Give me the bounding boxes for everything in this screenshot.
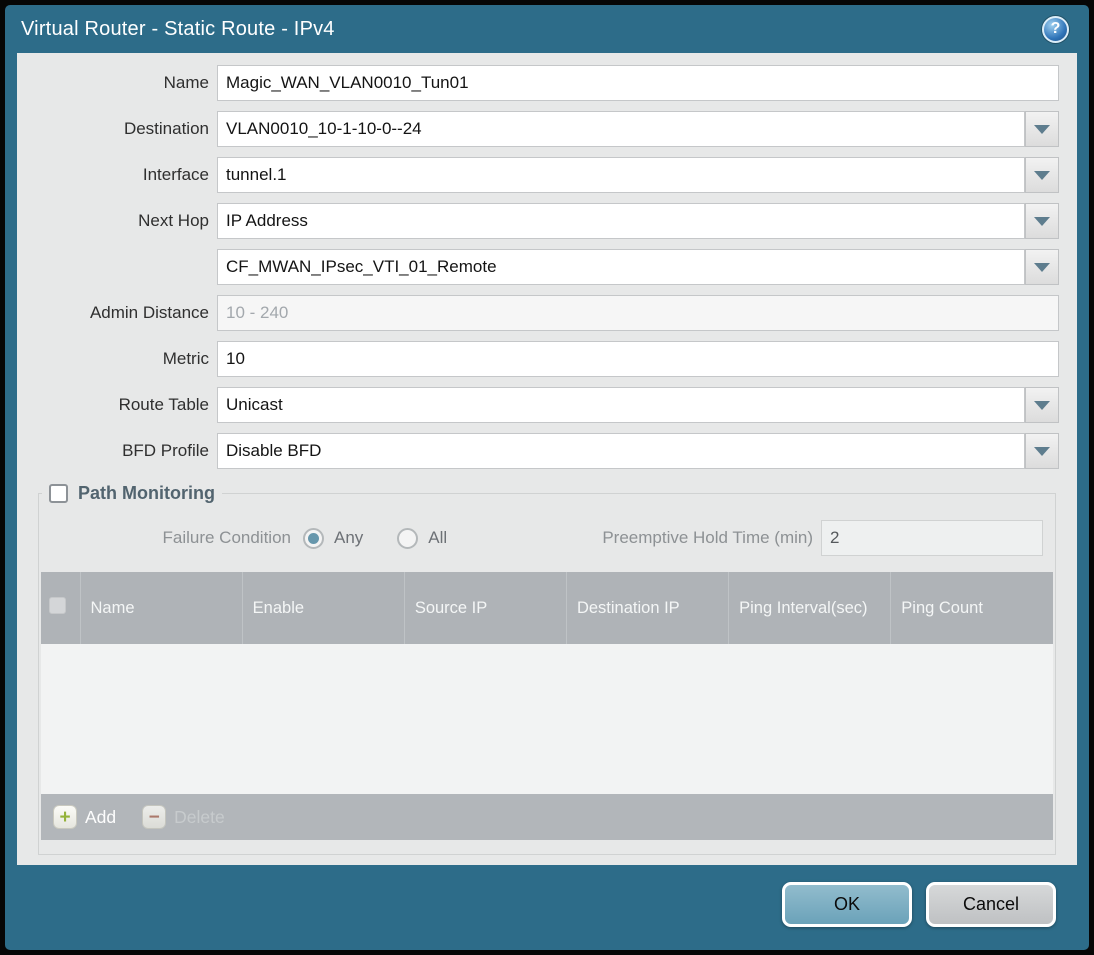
metric-input[interactable] bbox=[217, 341, 1059, 377]
plus-icon: + bbox=[53, 805, 77, 829]
dialog-footer: OK Cancel bbox=[5, 865, 1089, 950]
destination-row: Destination bbox=[17, 111, 1059, 147]
admin-distance-input[interactable] bbox=[217, 295, 1059, 331]
chevron-down-icon bbox=[1034, 400, 1050, 410]
cancel-button[interactable]: Cancel bbox=[926, 882, 1056, 927]
delete-button[interactable]: − Delete bbox=[142, 805, 225, 829]
failure-condition-all-radio[interactable] bbox=[397, 527, 419, 549]
name-row: Name bbox=[17, 65, 1059, 101]
column-header-destination-ip[interactable]: Destination IP bbox=[565, 572, 729, 644]
select-all-header-cell bbox=[41, 572, 80, 644]
failure-condition-label: Failure Condition bbox=[162, 528, 291, 547]
route-table-row: Route Table bbox=[17, 387, 1059, 423]
route-table-input[interactable] bbox=[217, 387, 1025, 423]
failure-condition-any-radio[interactable] bbox=[303, 527, 324, 549]
help-icon[interactable]: ? bbox=[1042, 15, 1069, 43]
destination-label: Destination bbox=[123, 119, 209, 138]
column-header-source-ip[interactable]: Source IP bbox=[403, 572, 567, 644]
dialog-titlebar: Virtual Router - Static Route - IPv4 ? bbox=[5, 5, 1089, 53]
destination-input[interactable] bbox=[217, 111, 1025, 147]
chevron-down-icon bbox=[1034, 446, 1050, 456]
destination-dropdown-button[interactable] bbox=[1025, 111, 1059, 147]
interface-row: Interface bbox=[17, 157, 1059, 193]
interface-input[interactable] bbox=[217, 157, 1025, 193]
next-hop-address-row bbox=[17, 249, 1059, 285]
select-all-checkbox[interactable] bbox=[49, 597, 66, 614]
bfd-profile-label: BFD Profile bbox=[122, 441, 209, 460]
column-header-ping-interval[interactable]: Ping Interval(sec) bbox=[728, 572, 891, 644]
radio-dot bbox=[402, 533, 413, 544]
empty-table-body bbox=[41, 644, 1053, 794]
add-button-label: Add bbox=[85, 806, 117, 827]
next-hop-type-input[interactable] bbox=[217, 203, 1025, 239]
failure-condition-all-label: All bbox=[428, 528, 448, 547]
dialog-title: Virtual Router - Static Route - IPv4 bbox=[21, 17, 335, 40]
bfd-profile-input[interactable] bbox=[217, 433, 1025, 469]
chevron-down-icon bbox=[1034, 262, 1050, 272]
name-label: Name bbox=[163, 73, 209, 92]
column-header-enable[interactable]: Enable bbox=[241, 572, 405, 644]
table-action-bar: + Add − Delete bbox=[41, 794, 1053, 840]
radio-dot bbox=[308, 532, 319, 544]
path-monitoring-legend: Path Monitoring bbox=[42, 483, 222, 504]
bfd-profile-row: BFD Profile bbox=[17, 433, 1059, 469]
empty-table-area bbox=[41, 644, 1053, 794]
delete-button-label: Delete bbox=[174, 806, 225, 827]
column-header-ping-count[interactable]: Ping Count bbox=[890, 572, 1053, 644]
static-route-dialog: Virtual Router - Static Route - IPv4 ? N… bbox=[5, 5, 1089, 950]
route-table-dropdown-button[interactable] bbox=[1025, 387, 1059, 423]
dialog-body: Name Destination Interface Next Hop bbox=[17, 53, 1077, 865]
ok-button[interactable]: OK bbox=[782, 882, 912, 927]
add-button[interactable]: + Add bbox=[53, 805, 116, 829]
chevron-down-icon bbox=[1034, 170, 1050, 180]
chevron-down-icon bbox=[1034, 216, 1050, 226]
admin-distance-label: Admin Distance bbox=[89, 303, 209, 322]
next-hop-address-dropdown-button[interactable] bbox=[1025, 249, 1059, 285]
next-hop-address-input[interactable] bbox=[217, 249, 1025, 285]
table-header-row: Name Enable Source IP Destination IP Pin… bbox=[41, 572, 1053, 644]
minus-icon: − bbox=[142, 805, 167, 829]
bfd-profile-dropdown-button[interactable] bbox=[1025, 433, 1059, 469]
chevron-down-icon bbox=[1034, 124, 1050, 134]
next-hop-type-dropdown-button[interactable] bbox=[1025, 203, 1059, 239]
failure-condition-any-label: Any bbox=[334, 528, 364, 547]
path-monitoring-checkbox[interactable] bbox=[49, 484, 68, 503]
admin-distance-row: Admin Distance bbox=[17, 295, 1059, 331]
static-route-form: Name Destination Interface Next Hop bbox=[17, 53, 1077, 469]
preemptive-hold-label: Preemptive Hold Time (min) bbox=[602, 528, 813, 547]
metric-label: Metric bbox=[162, 349, 209, 368]
path-monitoring-title: Path Monitoring bbox=[78, 483, 215, 503]
interface-dropdown-button[interactable] bbox=[1025, 157, 1059, 193]
next-hop-label: Next Hop bbox=[138, 211, 209, 230]
path-monitoring-section: Path Monitoring Failure Condition Any Al… bbox=[38, 483, 1056, 855]
screenshot-frame: Virtual Router - Static Route - IPv4 ? N… bbox=[0, 0, 1094, 955]
path-monitoring-controls: Failure Condition Any All Preemptive Hol… bbox=[41, 520, 1053, 556]
name-input[interactable] bbox=[217, 65, 1059, 101]
interface-label: Interface bbox=[142, 165, 209, 184]
path-monitoring-table: Name Enable Source IP Destination IP Pin… bbox=[41, 572, 1053, 794]
metric-row: Metric bbox=[17, 341, 1059, 377]
next-hop-row: Next Hop bbox=[17, 203, 1059, 239]
route-table-label: Route Table bbox=[118, 395, 209, 414]
preemptive-hold-input[interactable] bbox=[821, 520, 1043, 556]
column-header-name[interactable]: Name bbox=[79, 572, 243, 644]
